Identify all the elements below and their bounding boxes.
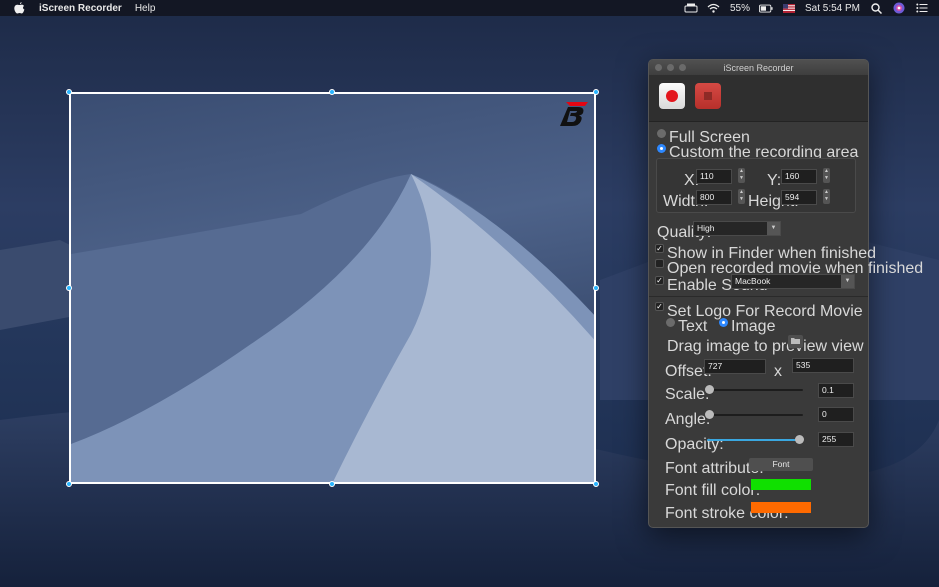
font-fill-color-label: Font fill color: — [665, 482, 761, 499]
flag-icon[interactable] — [782, 1, 796, 15]
enable-sound-checkbox[interactable]: ✓ — [655, 276, 664, 285]
scale-slider-knob[interactable] — [705, 385, 714, 394]
angle-label: Angle: — [665, 411, 711, 428]
show-in-finder-checkbox[interactable]: ✓ — [655, 244, 664, 253]
menu-clock[interactable]: Sat 5:54 PM — [805, 3, 860, 14]
choose-image-button[interactable] — [788, 335, 803, 348]
logo-text-radio[interactable] — [666, 318, 675, 327]
custom-area-radio[interactable] — [657, 144, 666, 153]
font-stroke-color-swatch[interactable] — [751, 502, 811, 513]
resize-handle-left[interactable] — [66, 285, 72, 291]
drag-image-label: Drag image to preview view — [667, 338, 864, 355]
menu-app-name[interactable]: iScreen Recorder — [39, 3, 122, 14]
close-window-button[interactable] — [655, 64, 662, 71]
siri-icon[interactable] — [892, 1, 906, 15]
resize-handle-top-left[interactable] — [66, 89, 72, 95]
search-icon[interactable] — [869, 1, 883, 15]
zoom-window-button[interactable] — [679, 64, 686, 71]
quality-select[interactable]: High ▼ — [693, 221, 781, 236]
opacity-slider-track[interactable] — [707, 439, 803, 441]
scale-slider-track[interactable] — [707, 389, 803, 391]
minimize-window-button[interactable] — [667, 64, 674, 71]
resize-handle-bottom-left[interactable] — [66, 481, 72, 487]
list-icon[interactable] — [915, 1, 929, 15]
record-button[interactable] — [659, 83, 685, 109]
menu-help[interactable]: Help — [135, 3, 156, 14]
chevron-down-icon: ▼ — [767, 222, 780, 235]
open-recorded-checkbox[interactable] — [655, 259, 664, 268]
sound-device-value: MacBook — [735, 276, 771, 286]
offset-x-input[interactable]: 727 — [704, 359, 766, 374]
offset-separator: x — [774, 363, 782, 380]
recording-area-preview — [71, 174, 594, 482]
width-input[interactable]: 800 — [696, 190, 732, 205]
keyboard-icon[interactable] — [684, 1, 698, 15]
offset-y-input[interactable]: 535 — [792, 358, 854, 373]
y-stepper[interactable]: ▲ ▼ — [823, 168, 830, 183]
logo-image-label[interactable]: Image — [731, 318, 775, 336]
height-input[interactable]: 594 — [781, 190, 817, 205]
battery-icon[interactable] — [758, 1, 773, 15]
y-label: Y: — [767, 172, 782, 189]
sound-device-select[interactable]: MacBook ▼ — [731, 274, 855, 289]
angle-input[interactable]: 0 — [818, 407, 854, 422]
x-input[interactable]: 110 — [696, 169, 732, 184]
window-toolbar — [649, 75, 868, 122]
folder-icon — [791, 338, 800, 344]
logo-text-label[interactable]: Text — [678, 318, 707, 336]
width-stepper[interactable]: ▲ ▼ — [738, 189, 745, 204]
logo-image-radio[interactable] — [719, 318, 728, 327]
scale-label: Scale: — [665, 386, 710, 403]
chevron-down-icon: ▼ — [841, 275, 854, 288]
opacity-input[interactable]: 255 — [818, 432, 854, 447]
opacity-slider-knob[interactable] — [795, 435, 804, 444]
apple-icon[interactable] — [12, 1, 26, 15]
resize-handle-top-right[interactable] — [593, 89, 599, 95]
y-input[interactable]: 160 — [781, 169, 817, 184]
window-title: iScreen Recorder — [723, 62, 794, 73]
resize-handle-bottom[interactable] — [329, 481, 335, 487]
scale-input[interactable]: 0.1 — [818, 383, 854, 398]
recording-area-frame[interactable] — [69, 92, 596, 484]
battery-percent: 55% — [729, 2, 750, 14]
divider — [649, 296, 868, 297]
menu-bar: iScreen Recorder Help 55% Sat 5:54 PM — [0, 0, 939, 16]
stop-icon — [704, 92, 712, 100]
font-button[interactable]: Font — [749, 458, 813, 471]
resize-handle-top[interactable] — [329, 89, 335, 95]
resize-handle-bottom-right[interactable] — [593, 481, 599, 487]
quality-value: High — [697, 223, 715, 233]
height-stepper[interactable]: ▲ ▼ — [823, 189, 830, 204]
angle-slider-knob[interactable] — [705, 410, 714, 419]
stop-button[interactable] — [695, 83, 721, 109]
record-icon — [666, 90, 678, 102]
x-stepper[interactable]: ▲ ▼ — [738, 168, 745, 183]
full-screen-radio[interactable] — [657, 129, 666, 138]
angle-slider-track[interactable] — [707, 414, 803, 416]
window-titlebar[interactable]: iScreen Recorder — [649, 60, 868, 75]
set-logo-checkbox[interactable]: ✓ — [655, 302, 664, 311]
font-fill-color-swatch[interactable] — [751, 479, 811, 490]
watermark-logo-image[interactable] — [560, 102, 588, 126]
wifi-icon[interactable] — [707, 1, 721, 15]
resize-handle-right[interactable] — [593, 285, 599, 291]
